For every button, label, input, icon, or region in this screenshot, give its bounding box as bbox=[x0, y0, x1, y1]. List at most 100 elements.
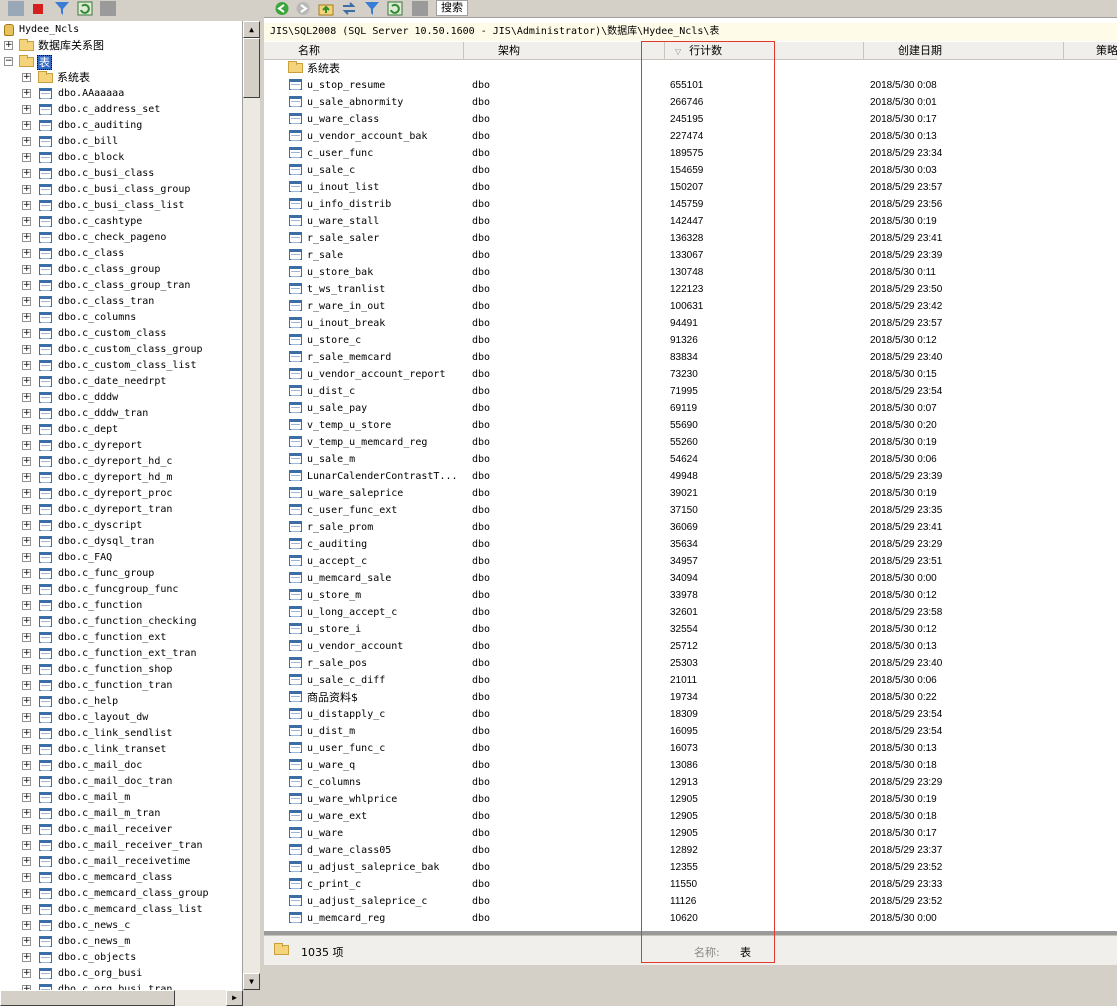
table-row[interactable]: c_columns dbo 12913 2018/5/29 23:29 bbox=[264, 774, 1117, 791]
expand-icon[interactable]: + bbox=[22, 697, 31, 706]
table-row[interactable]: r_ware_in_out dbo 100631 2018/5/29 23:42 bbox=[264, 298, 1117, 315]
table-row[interactable]: u_user_func_c dbo 16073 2018/5/30 0:13 bbox=[264, 740, 1117, 757]
stop-icon[interactable] bbox=[33, 4, 43, 14]
expand-icon[interactable]: + bbox=[22, 713, 31, 722]
expand-icon[interactable]: + bbox=[22, 809, 31, 818]
expand-icon[interactable]: + bbox=[22, 121, 31, 130]
table-row[interactable]: u_sale_c_diff dbo 21011 2018/5/30 0:06 bbox=[264, 672, 1117, 689]
expand-icon[interactable]: + bbox=[22, 665, 31, 674]
table-row[interactable]: u_stop_resume dbo 655101 2018/5/30 0:08 bbox=[264, 77, 1117, 94]
expand-icon[interactable]: + bbox=[22, 489, 31, 498]
column-header-schema[interactable]: 架构 bbox=[464, 42, 665, 60]
table-row[interactable]: u_ware dbo 12905 2018/5/30 0:17 bbox=[264, 825, 1117, 842]
collapse-icon[interactable]: − bbox=[4, 57, 13, 66]
table-row[interactable]: r_sale_memcard dbo 83834 2018/5/29 23:40 bbox=[264, 349, 1117, 366]
expand-icon[interactable]: + bbox=[22, 281, 31, 290]
expand-icon[interactable]: + bbox=[22, 441, 31, 450]
table-row[interactable]: u_store_m dbo 33978 2018/5/30 0:12 bbox=[264, 587, 1117, 604]
table-row[interactable]: u_sale_c dbo 154659 2018/5/30 0:03 bbox=[264, 162, 1117, 179]
expand-icon[interactable]: + bbox=[22, 329, 31, 338]
table-row[interactable]: u_ware_whlprice dbo 12905 2018/5/30 0:19 bbox=[264, 791, 1117, 808]
expand-icon[interactable]: + bbox=[22, 937, 31, 946]
scroll-thumb[interactable] bbox=[243, 38, 260, 98]
expand-icon[interactable]: + bbox=[22, 569, 31, 578]
expand-icon[interactable]: + bbox=[22, 841, 31, 850]
expand-icon[interactable]: + bbox=[22, 457, 31, 466]
table-row[interactable]: c_user_func_ext dbo 37150 2018/5/29 23:35 bbox=[264, 502, 1117, 519]
expand-icon[interactable]: + bbox=[22, 377, 31, 386]
expand-icon[interactable]: + bbox=[22, 617, 31, 626]
filter-icon[interactable] bbox=[54, 1, 70, 16]
expand-icon[interactable]: + bbox=[22, 793, 31, 802]
expand-icon[interactable]: + bbox=[22, 969, 31, 978]
expand-icon[interactable]: + bbox=[4, 41, 13, 50]
table-row[interactable]: c_auditing dbo 35634 2018/5/29 23:29 bbox=[264, 536, 1117, 553]
table-row[interactable]: r_sale_pos dbo 25303 2018/5/29 23:40 bbox=[264, 655, 1117, 672]
table-row[interactable]: u_sale_pay dbo 69119 2018/5/30 0:07 bbox=[264, 400, 1117, 417]
expand-icon[interactable]: + bbox=[22, 953, 31, 962]
script-icon[interactable] bbox=[412, 1, 428, 16]
expand-icon[interactable]: + bbox=[22, 633, 31, 642]
expand-icon[interactable]: + bbox=[22, 201, 31, 210]
expand-icon[interactable]: + bbox=[22, 857, 31, 866]
scroll-right-button[interactable]: ▶ bbox=[226, 990, 243, 1006]
expand-icon[interactable]: + bbox=[22, 745, 31, 754]
expand-icon[interactable]: + bbox=[22, 233, 31, 242]
table-row[interactable]: u_ware_saleprice dbo 39021 2018/5/30 0:19 bbox=[264, 485, 1117, 502]
search-button[interactable]: 搜索 bbox=[436, 0, 468, 16]
back-icon[interactable] bbox=[274, 1, 290, 16]
expand-icon[interactable]: + bbox=[22, 873, 31, 882]
table-row[interactable]: v_temp_u_store dbo 55690 2018/5/30 0:20 bbox=[264, 417, 1117, 434]
table-row[interactable]: u_ware_stall dbo 142447 2018/5/30 0:19 bbox=[264, 213, 1117, 230]
column-header-created[interactable]: 创建日期 bbox=[864, 42, 1064, 60]
expand-icon[interactable]: + bbox=[22, 425, 31, 434]
expand-icon[interactable]: + bbox=[22, 137, 31, 146]
table-row[interactable]: u_inout_break dbo 94491 2018/5/29 23:57 bbox=[264, 315, 1117, 332]
table-row[interactable]: u_accept_c dbo 34957 2018/5/29 23:51 bbox=[264, 553, 1117, 570]
table-row[interactable]: r_sale dbo 133067 2018/5/29 23:39 bbox=[264, 247, 1117, 264]
refresh-icon[interactable] bbox=[387, 1, 403, 16]
expand-icon[interactable]: + bbox=[22, 409, 31, 418]
table-row[interactable]: u_long_accept_c dbo 32601 2018/5/29 23:58 bbox=[264, 604, 1117, 621]
scroll-down-button[interactable]: ▼ bbox=[243, 973, 260, 990]
expand-icon[interactable]: + bbox=[22, 393, 31, 402]
expand-icon[interactable]: + bbox=[22, 105, 31, 114]
table-row[interactable]: 商品资料$ dbo 19734 2018/5/30 0:22 bbox=[264, 689, 1117, 706]
expand-icon[interactable]: + bbox=[22, 601, 31, 610]
expand-icon[interactable]: + bbox=[22, 889, 31, 898]
expand-icon[interactable]: + bbox=[22, 265, 31, 274]
expand-icon[interactable]: + bbox=[22, 313, 31, 322]
table-row[interactable]: u_sale_abnormity dbo 266746 2018/5/30 0:01 bbox=[264, 94, 1117, 111]
expand-icon[interactable]: + bbox=[22, 297, 31, 306]
expand-icon[interactable]: + bbox=[22, 185, 31, 194]
expand-icon[interactable]: + bbox=[22, 249, 31, 258]
expand-icon[interactable]: + bbox=[22, 361, 31, 370]
table-row[interactable]: u_distapply_c dbo 18309 2018/5/29 23:54 bbox=[264, 706, 1117, 723]
expand-icon[interactable]: + bbox=[22, 649, 31, 658]
expand-icon[interactable]: + bbox=[22, 73, 31, 82]
table-row[interactable]: u_dist_m dbo 16095 2018/5/29 23:54 bbox=[264, 723, 1117, 740]
table-row[interactable]: t_ws_tranlist dbo 122123 2018/5/29 23:50 bbox=[264, 281, 1117, 298]
table-row[interactable]: r_sale_saler dbo 136328 2018/5/29 23:41 bbox=[264, 230, 1117, 247]
table-row[interactable]: u_store_i dbo 32554 2018/5/30 0:12 bbox=[264, 621, 1117, 638]
expand-icon[interactable]: + bbox=[22, 585, 31, 594]
table-row[interactable]: u_memcard_reg dbo 10620 2018/5/30 0:00 bbox=[264, 910, 1117, 927]
column-header-policy[interactable]: 策略 bbox=[1064, 42, 1117, 60]
column-header-row-count[interactable]: ▽ 行计数 bbox=[665, 42, 864, 60]
up-folder-icon[interactable] bbox=[318, 1, 334, 16]
table-row[interactable]: u_store_c dbo 91326 2018/5/30 0:12 bbox=[264, 332, 1117, 349]
table-row[interactable]: u_vendor_account_report dbo 73230 2018/5/30… bbox=[264, 366, 1117, 383]
table-row[interactable]: u_adjust_saleprice_c dbo 11126 2018/5/29 23… bbox=[264, 893, 1117, 910]
table-row[interactable]: u_sale_m dbo 54624 2018/5/30 0:06 bbox=[264, 451, 1117, 468]
expand-icon[interactable]: + bbox=[22, 537, 31, 546]
table-row[interactable]: u_vendor_account dbo 25712 2018/5/30 0:13 bbox=[264, 638, 1117, 655]
table-row[interactable]: d_ware_class05 dbo 12892 2018/5/29 23:37 bbox=[264, 842, 1117, 859]
scroll-up-button[interactable]: ▲ bbox=[243, 21, 260, 38]
list-item-system-tables[interactable]: 系统表 bbox=[264, 60, 1117, 77]
table-row[interactable]: v_temp_u_memcard_reg dbo 55260 2018/5/30 0:… bbox=[264, 434, 1117, 451]
table-row[interactable]: u_ware_class dbo 245195 2018/5/30 0:17 bbox=[264, 111, 1117, 128]
scroll-thumb[interactable] bbox=[0, 990, 175, 1006]
expand-icon[interactable]: + bbox=[22, 553, 31, 562]
table-row[interactable]: u_ware_q dbo 13086 2018/5/30 0:18 bbox=[264, 757, 1117, 774]
table-row[interactable]: u_ware_ext dbo 12905 2018/5/30 0:18 bbox=[264, 808, 1117, 825]
